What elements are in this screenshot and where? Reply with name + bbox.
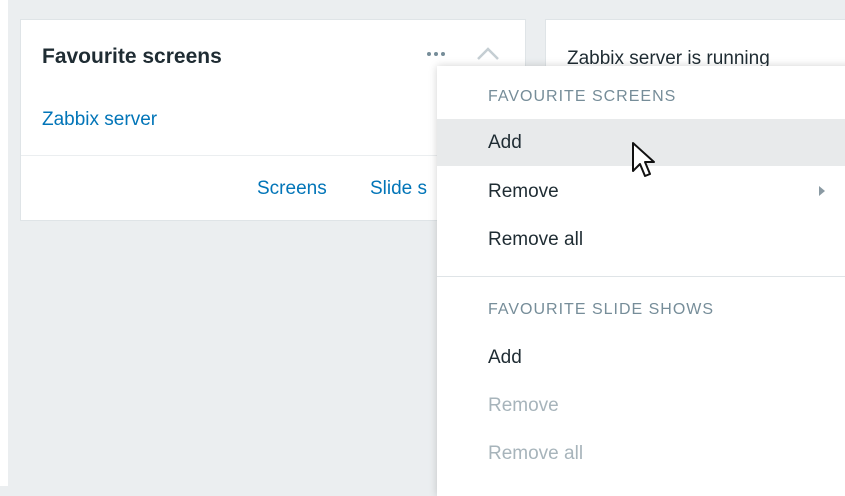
screens-link[interactable]: Screens (257, 178, 327, 200)
dot (434, 52, 438, 56)
menu-item-remove-slideshow: Remove (437, 382, 845, 429)
menu-separator (437, 276, 845, 277)
menu-item-remove-all-screens[interactable]: Remove all (437, 216, 845, 263)
menu-item-label: Remove all (488, 443, 584, 464)
more-horizontal-icon[interactable] (418, 42, 454, 66)
slide-shows-link[interactable]: Slide s (370, 178, 427, 200)
dot (427, 52, 431, 56)
menu-item-label: Add (488, 132, 522, 153)
submenu-arrow-icon (819, 186, 825, 196)
menu-section-header: FAVOURITE SCREENS (488, 88, 677, 105)
page-edge (0, 0, 8, 486)
mouse-pointer-icon (631, 141, 657, 183)
favourite-screen-link[interactable]: Zabbix server (42, 109, 157, 131)
menu-item-add-slideshow[interactable]: Add (437, 334, 845, 381)
menu-item-label: Add (488, 347, 522, 368)
menu-item-label: Remove (488, 395, 559, 416)
menu-item-remove-all-slideshows: Remove all (437, 430, 845, 477)
dot (441, 52, 445, 56)
menu-item-label: Remove all (488, 229, 584, 250)
menu-item-label: Remove (488, 181, 559, 202)
favourites-context-menu: FAVOURITE SCREENS Add Remove Remove all … (437, 66, 845, 496)
menu-section-header: FAVOURITE SLIDE SHOWS (488, 301, 715, 318)
widget-title: Favourite screens (42, 45, 222, 68)
chevron-up-icon[interactable] (473, 40, 503, 66)
